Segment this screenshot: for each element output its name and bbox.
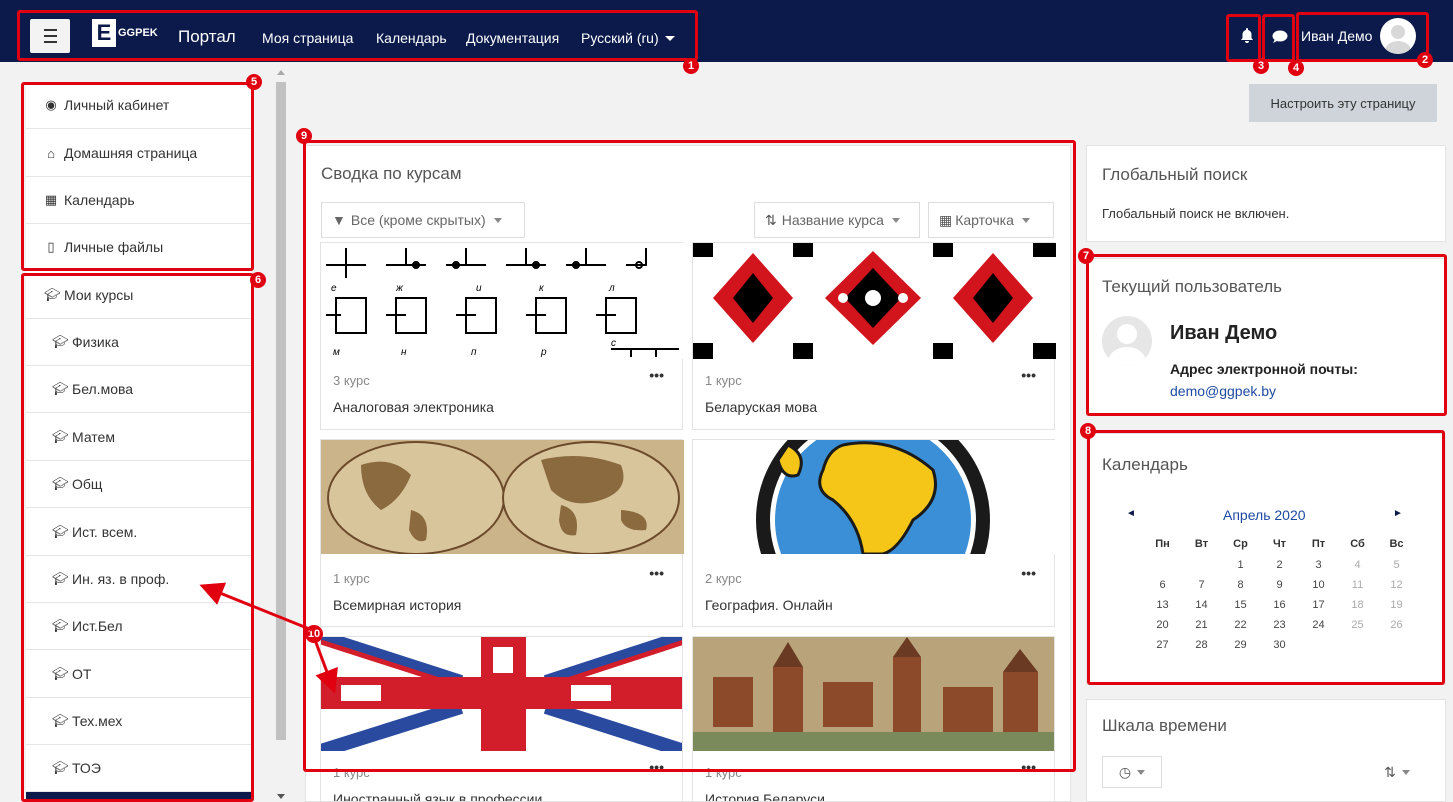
annotation-arrows [199, 582, 338, 694]
annotation-arrow [313, 639, 338, 694]
annotation-arrow [199, 582, 313, 632]
